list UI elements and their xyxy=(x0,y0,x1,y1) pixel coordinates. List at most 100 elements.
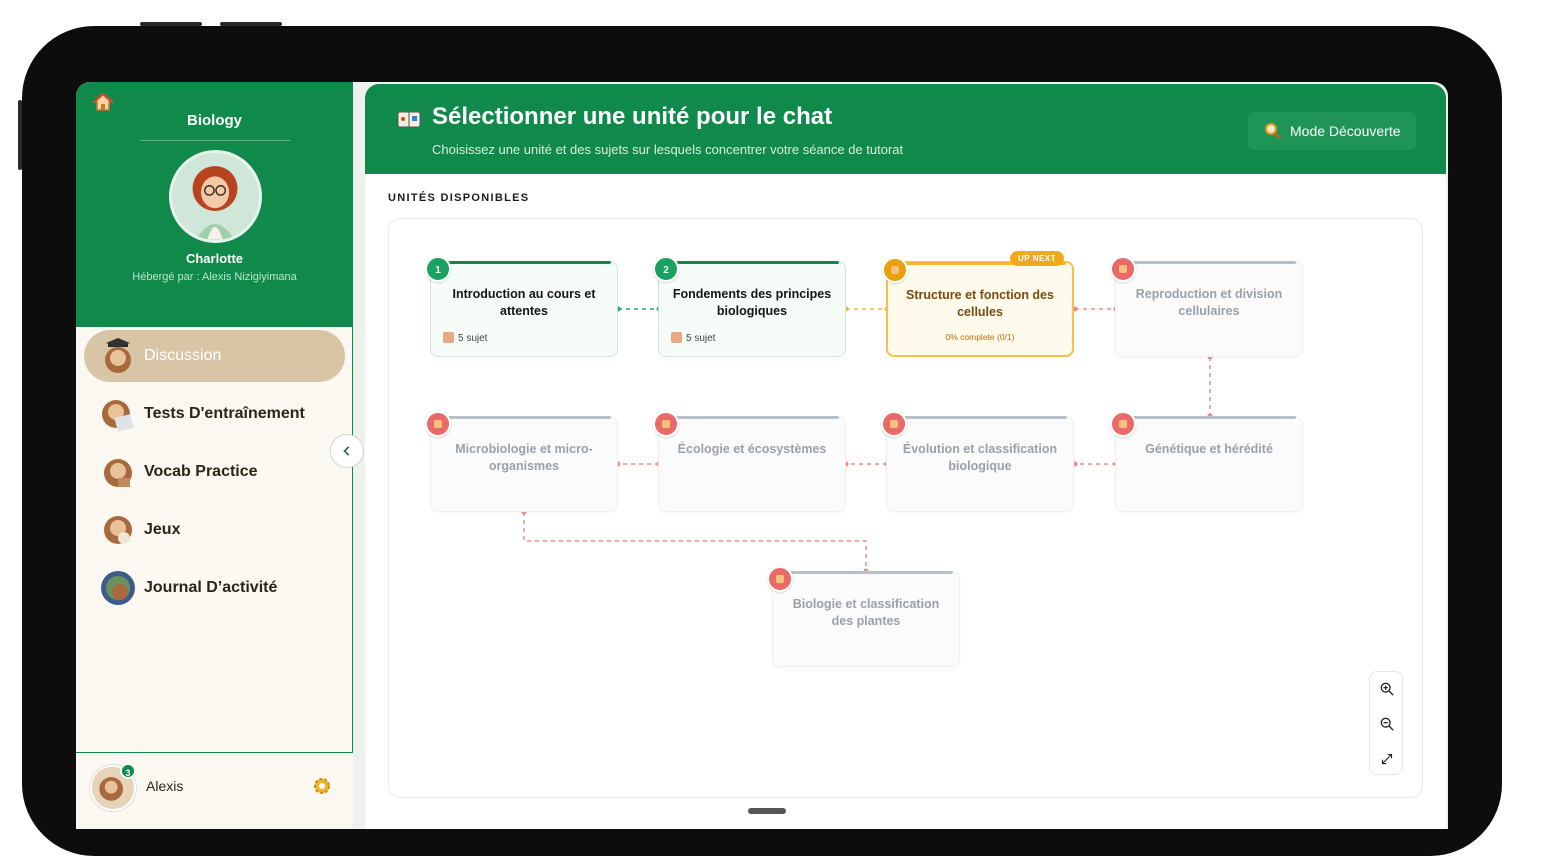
sidebar-header: Biology Charlotte Hébergé par : Alexis N… xyxy=(76,82,353,327)
sidebar-item-label: Tests D'entraînement xyxy=(144,405,305,422)
collapse-sidebar-button[interactable] xyxy=(330,434,364,468)
unit-topbar xyxy=(779,571,953,574)
unit-topbar xyxy=(665,261,839,264)
unit-lock-badge xyxy=(653,411,679,437)
zoom-in-icon xyxy=(1380,682,1394,696)
app-screen: Biology Charlotte Hébergé par : Alexis N… xyxy=(76,82,1448,829)
gear-icon[interactable] xyxy=(312,776,332,796)
main-panel: Sélectionner une unité pour le chat Choi… xyxy=(365,84,1446,829)
unit-topbar xyxy=(437,416,611,419)
page-title: Sélectionner une unité pour le chat xyxy=(432,103,833,130)
discovery-mode-button[interactable]: Mode Découverte xyxy=(1248,112,1416,150)
sidebar-item-practice-tests[interactable]: Tests D'entraînement xyxy=(84,388,345,440)
unit-lock-badge xyxy=(1110,256,1136,282)
unit-title: Biologie et classification des plantes xyxy=(792,597,940,628)
link-8-9 xyxy=(523,512,867,571)
unit-topbar xyxy=(893,416,1067,419)
device-button-top-2 xyxy=(220,22,282,26)
vocab-practice-icon xyxy=(104,459,132,487)
unit-card-4[interactable]: Reproduction et division cellulaires xyxy=(1110,256,1303,357)
notification-badge: 3 xyxy=(120,763,136,779)
zoom-controls xyxy=(1369,671,1403,775)
unit-map[interactable]: 1 Introduction au cours et attentes 5 su… xyxy=(388,218,1423,798)
up-next-tag: UP NEXT xyxy=(1010,251,1065,266)
unit-title: Introduction au cours et attentes xyxy=(452,287,596,318)
sidebar-menu: Discussion Tests D'entraînement Vocab Pr… xyxy=(76,330,353,620)
page-subtitle: Choisissez une unité et des sujets sur l… xyxy=(432,142,904,157)
sidebar-item-activity-log[interactable]: Journal D’activité xyxy=(84,562,345,614)
unit-title: Structure et fonction des cellules xyxy=(906,288,1054,319)
sidebar-item-label: Discussion xyxy=(144,347,222,364)
unit-title: Évolution et classification biologique xyxy=(902,442,1058,473)
topics-icon xyxy=(671,332,682,343)
device-button-top-1 xyxy=(140,22,202,26)
unit-card-6[interactable]: Évolution et classification biologique xyxy=(881,411,1074,512)
topics-icon xyxy=(443,332,454,343)
sidebar-item-label: Journal D’activité xyxy=(144,579,278,596)
unit-card-1[interactable]: 1 Introduction au cours et attentes 5 su… xyxy=(425,256,618,357)
tutor-avatar xyxy=(169,150,262,243)
home-indicator xyxy=(748,808,786,814)
user-footer: 3 Alexis xyxy=(76,752,353,829)
unit-title: Génétique et hérédité xyxy=(1145,442,1273,456)
unit-meta-text: 5 sujet xyxy=(686,333,716,344)
lock-icon xyxy=(1119,265,1127,273)
unit-title: Microbiologie et micro-organismes xyxy=(455,442,593,473)
unit-card-7[interactable]: Écologie et écosystèmes xyxy=(653,411,846,512)
tutor-host: Hébergé par : Alexis Nizigiyimana xyxy=(132,271,297,283)
device-button-side xyxy=(18,100,22,170)
divider xyxy=(140,140,290,141)
chevron-left-icon xyxy=(343,446,350,456)
unit-topbar xyxy=(1122,261,1296,264)
unit-topbar xyxy=(437,261,611,264)
unit-topic-count: 5 sujet xyxy=(443,332,487,344)
zoom-in-button[interactable] xyxy=(1370,672,1404,706)
unit-lock-badge xyxy=(882,257,908,283)
unit-card-5[interactable]: Génétique et hérédité xyxy=(1110,411,1303,512)
unit-lock-badge xyxy=(767,566,793,592)
unit-card-3[interactable]: UP NEXT Structure et fonction des cellul… xyxy=(882,251,1074,357)
sidebar-item-label: Jeux xyxy=(144,521,181,538)
lock-icon xyxy=(890,420,898,428)
unit-meta-text: 5 sujet xyxy=(458,333,488,344)
fit-view-button[interactable] xyxy=(1370,742,1404,776)
lock-icon xyxy=(1119,420,1127,428)
unit-topbar xyxy=(1122,416,1296,419)
section-label: UNITÉS DISPONIBLES xyxy=(388,192,530,204)
unit-lock-badge xyxy=(1110,411,1136,437)
sidebar-item-games[interactable]: Jeux xyxy=(84,504,345,556)
unit-lock-badge xyxy=(425,411,451,437)
unit-number-badge: 2 xyxy=(653,256,679,282)
sidebar-item-discussion[interactable]: Discussion xyxy=(84,330,345,382)
unit-card-8[interactable]: Microbiologie et micro-organismes xyxy=(425,411,618,512)
sidebar-item-label: Vocab Practice xyxy=(144,463,258,480)
unit-card-2[interactable]: 2 Fondements des principes biologiques 5… xyxy=(653,256,846,357)
subject-title: Biology xyxy=(187,112,242,129)
unit-topbar xyxy=(665,416,839,419)
home-icon[interactable] xyxy=(92,92,114,112)
unit-title: Reproduction et division cellulaires xyxy=(1135,287,1283,318)
tutor-name: Charlotte xyxy=(185,251,244,266)
unit-title: Écologie et écosystèmes xyxy=(677,442,827,456)
main-header: Sélectionner une unité pour le chat Choi… xyxy=(365,84,1446,174)
zoom-out-button[interactable] xyxy=(1370,707,1404,741)
unit-title: Fondements des principes biologiques xyxy=(672,287,832,318)
unit-card-9[interactable]: Biologie et classification des plantes xyxy=(767,566,960,667)
unit-progress: 0% complete (0/1) xyxy=(945,332,1015,342)
sidebar: Biology Charlotte Hébergé par : Alexis N… xyxy=(76,82,353,829)
practice-tests-icon xyxy=(102,400,134,432)
unit-lock-badge xyxy=(881,411,907,437)
lock-icon xyxy=(891,266,899,274)
discussion-icon xyxy=(105,338,131,373)
lock-icon xyxy=(662,420,670,428)
sidebar-item-vocab-practice[interactable]: Vocab Practice xyxy=(84,446,345,498)
magnifier-icon xyxy=(1265,123,1281,139)
activity-log-icon xyxy=(101,571,135,605)
zoom-out-icon xyxy=(1380,717,1394,731)
lock-icon xyxy=(776,575,784,583)
book-icon xyxy=(397,111,421,128)
lock-icon xyxy=(434,420,442,428)
expand-icon xyxy=(1381,753,1393,765)
games-icon xyxy=(104,516,132,544)
unit-topic-count: 5 sujet xyxy=(671,332,715,344)
